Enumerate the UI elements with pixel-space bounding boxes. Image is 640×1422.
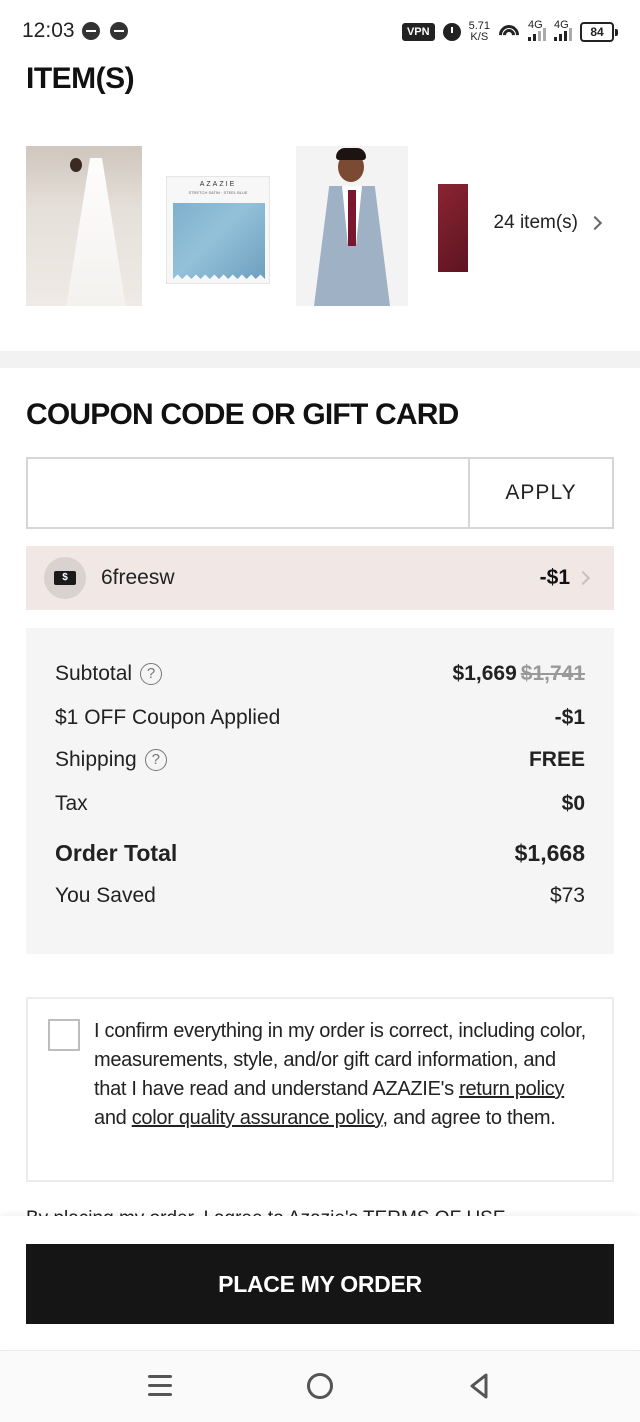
you-saved-label: You Saved <box>55 884 156 907</box>
place-order-button[interactable]: PLACE MY ORDER <box>26 1244 614 1324</box>
return-policy-link[interactable]: return policy <box>459 1078 564 1100</box>
section-divider <box>0 351 640 368</box>
system-nav-bar <box>0 1350 640 1422</box>
wifi-icon <box>498 24 520 40</box>
bottom-action-panel: PLACE MY ORDER <box>0 1216 640 1348</box>
item-thumb-veil[interactable] <box>26 146 142 306</box>
items-count-label: 24 item(s) <box>493 212 578 233</box>
wechat-notification-icon <box>110 22 128 40</box>
applied-coupon-code: 6freesw <box>101 566 175 589</box>
coupon-ticket-icon: $ <box>44 557 86 599</box>
subtotal-row: Subtotal ? $1,669 $1,741 <box>55 662 585 686</box>
swatch-brand-logo: AZAZIE <box>199 181 237 188</box>
subtotal-value: $1,669 <box>452 662 517 685</box>
alarm-icon <box>442 23 461 41</box>
item-thumb-tie[interactable] <box>438 184 468 272</box>
you-saved-row: You Saved $73 <box>55 884 585 908</box>
coupon-discount-row: $1 OFF Coupon Applied -$1 <box>55 706 585 730</box>
coupon-discount-label: $1 OFF Coupon Applied <box>55 706 281 729</box>
apply-button[interactable]: APPLY <box>468 459 612 527</box>
tax-label: Tax <box>55 792 88 815</box>
network-speed: 5.71 K/S <box>469 21 490 43</box>
order-confirmation: I confirm everything in my order is corr… <box>26 997 614 1182</box>
items-count-link[interactable]: 24 item(s) <box>493 212 603 234</box>
coupon-form: APPLY <box>26 457 614 529</box>
color-quality-policy-link[interactable]: color quality assurance policy <box>132 1107 383 1129</box>
confirm-text: I confirm everything in my order is corr… <box>94 1020 586 1129</box>
shipping-row: Shipping ? FREE <box>55 748 585 772</box>
order-summary: Subtotal ? $1,669 $1,741 $1 OFF Coupon Ap… <box>26 628 614 954</box>
item-thumb-fabric-swatch[interactable]: AZAZIE STRETCH SATIN · STEEL BLUE <box>166 176 270 284</box>
item-thumb-suit[interactable] <box>296 146 408 306</box>
status-bar: 12:03 VPN 5.71 K/S 4G 4G 84 <box>0 0 640 64</box>
vpn-icon: VPN <box>401 23 435 41</box>
battery-icon: 84 <box>580 22 618 42</box>
swatch-subtitle: STRETCH SATIN · STEEL BLUE <box>188 190 248 195</box>
items-preview[interactable]: AZAZIE STRETCH SATIN · STEEL BLUE 24 ite… <box>26 146 614 306</box>
chevron-right-icon <box>575 570 591 586</box>
coupon-code-input[interactable] <box>28 459 468 527</box>
recent-apps-icon[interactable] <box>148 1375 172 1397</box>
tax-value: $0 <box>561 792 585 815</box>
signal-4g-icon-2: 4G <box>554 19 572 41</box>
shipping-value: FREE <box>528 748 585 771</box>
home-icon[interactable] <box>307 1373 333 1399</box>
applied-coupon-row[interactable]: $ 6freesw -$1 <box>26 546 614 610</box>
status-time: 12:03 <box>22 19 75 42</box>
tax-row: Tax $0 <box>55 792 585 816</box>
order-total-label: Order Total <box>55 840 178 866</box>
you-saved-value: $73 <box>549 884 585 907</box>
shipping-label: Shipping <box>55 748 137 771</box>
confirm-checkbox[interactable] <box>48 1019 80 1051</box>
items-title: ITEM(S) <box>26 62 135 95</box>
order-total-row: Order Total $1,668 <box>55 840 585 867</box>
message-notification-icon <box>82 22 100 40</box>
order-total-value: $1,668 <box>514 840 585 866</box>
status-icons: VPN 5.71 K/S 4G 4G 84 <box>401 18 618 46</box>
subtotal-original-price: $1,741 <box>520 662 585 685</box>
speed-unit: K/S <box>470 31 489 43</box>
signal-4g-icon: 4G <box>528 19 546 41</box>
help-icon[interactable]: ? <box>140 663 163 685</box>
back-icon[interactable] <box>466 1373 492 1399</box>
coupon-discount-value: -$1 <box>554 706 585 729</box>
applied-coupon-amount: -$1 <box>539 566 570 589</box>
coupon-title: COUPON CODE OR GIFT CARD <box>26 398 459 431</box>
help-icon[interactable]: ? <box>144 749 167 771</box>
chevron-right-icon <box>587 215 603 231</box>
subtotal-label: Subtotal <box>55 662 133 685</box>
